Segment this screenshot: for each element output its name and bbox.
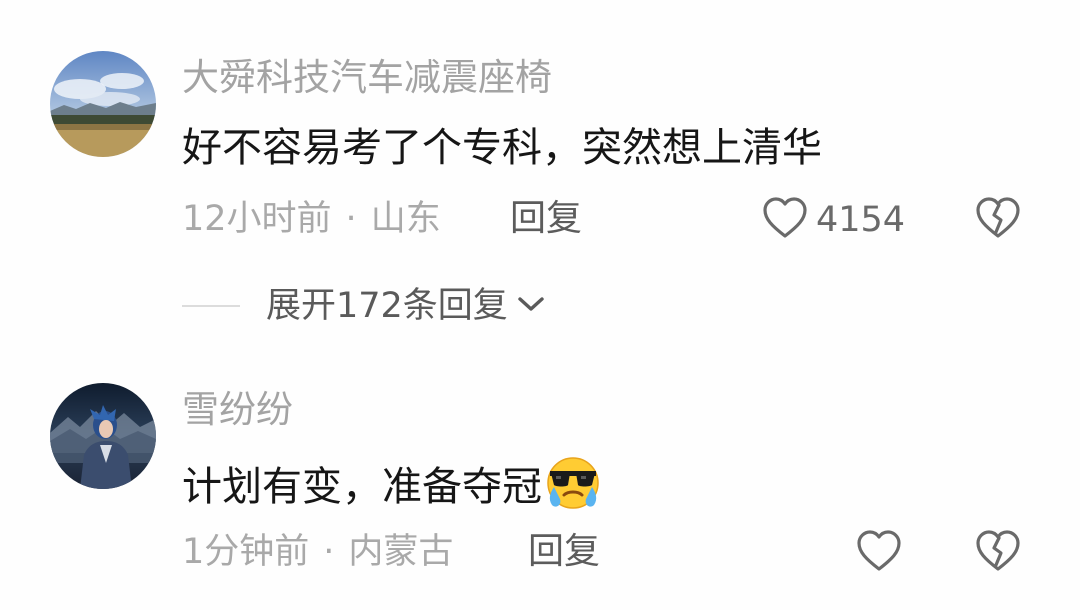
comment-time: 1分钟前 — [182, 532, 310, 572]
comment-username[interactable]: 雪纷纷 — [182, 388, 293, 432]
comment-location: 山东 — [370, 199, 441, 239]
comment-username[interactable]: 大舜科技汽车减震座椅 — [182, 56, 552, 100]
like-count: 4154 — [816, 200, 906, 240]
comment-time: 12小时前 — [182, 199, 332, 239]
dislike-button[interactable] — [975, 196, 1021, 244]
comment-list: 大舜科技汽车减震座椅 好不容易考了个专科，突然想上清华 12小时前 · 山东 回复 … — [0, 0, 1080, 610]
heart-outline-icon — [856, 529, 902, 577]
comment-meta: 1分钟前 · 内蒙古 — [182, 530, 453, 574]
meta-separator: · — [323, 532, 335, 572]
like-button[interactable] — [856, 529, 902, 577]
broken-heart-icon — [975, 530, 1021, 577]
comment-text-body: 计划有变，准备夺冠 — [182, 464, 542, 510]
meta-separator: · — [345, 199, 357, 239]
dislike-button[interactable] — [975, 529, 1021, 577]
comment-text: 好不容易考了个专科，突然想上清华 — [182, 125, 822, 171]
avatar[interactable] — [50, 383, 156, 489]
cool-crying-emoji — [544, 455, 602, 523]
expand-replies-button[interactable]: 展开172条回复 — [182, 284, 546, 328]
expand-replies-label: 展开172条回复 — [266, 286, 508, 326]
comment-text: 计划有变，准备夺冠 — [182, 455, 602, 523]
broken-heart-icon — [975, 197, 1021, 244]
avatar[interactable] — [50, 51, 156, 157]
comment-location: 内蒙古 — [348, 532, 454, 572]
reply-button[interactable]: 回复 — [510, 197, 582, 241]
like-button[interactable]: 4154 — [762, 196, 905, 244]
comment-meta: 12小时前 · 山东 — [182, 197, 441, 241]
reply-button[interactable]: 回复 — [528, 530, 600, 574]
chevron-down-icon — [516, 293, 546, 319]
heart-outline-icon — [762, 196, 808, 244]
expand-divider — [182, 305, 240, 307]
